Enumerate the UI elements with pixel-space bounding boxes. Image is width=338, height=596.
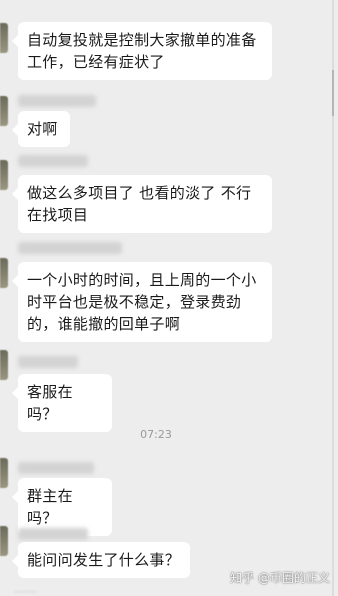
sender-avatar[interactable] (0, 96, 8, 126)
sender-name (18, 462, 94, 474)
message-bubble[interactable]: 能问问发生了什么事？ (12, 542, 190, 578)
footer-blurred-text: ········ (14, 588, 37, 596)
sender-avatar[interactable] (0, 160, 8, 190)
sender-avatar[interactable] (0, 458, 8, 488)
sender-name (18, 155, 88, 167)
message-text: 一个小时的时间，且上周的一个小时平台也是极不稳定，登录费劲的，谁能撤的回单子啊 (27, 271, 257, 333)
message-bubble[interactable]: 自动复投就是控制大家撤单的准备工作，已经有症状了 (12, 22, 272, 80)
chat-scrollbar-thumb[interactable] (332, 70, 334, 116)
message-text: 群主在吗？ (27, 487, 73, 527)
sender-name (18, 528, 88, 540)
message-text: 做这么多项目了 也看的淡了 不行在找项目 (27, 184, 252, 224)
message-bubble[interactable]: 客服在吗？ (12, 374, 112, 432)
message-text: 自动复投就是控制大家撤单的准备工作，已经有症状了 (27, 31, 257, 71)
watermark: 知乎 @币圈的正义 (230, 571, 330, 585)
timestamp: 07:23 (140, 428, 172, 441)
message-text: 客服在吗？ (27, 383, 73, 423)
message-bubble[interactable]: 对啊 (12, 111, 70, 147)
message-bubble[interactable]: 做这么多项目了 也看的淡了 不行在找项目 (12, 175, 272, 233)
message-text: 对啊 (27, 120, 58, 138)
message-bubble[interactable]: 一个小时的时间，且上周的一个小时平台也是极不稳定，登录费劲的，谁能撤的回单子啊 (12, 262, 272, 342)
sender-avatar[interactable] (0, 23, 8, 53)
sender-avatar[interactable] (0, 258, 8, 288)
sender-avatar[interactable] (0, 350, 8, 380)
message-text: 能问问发生了什么事？ (27, 551, 181, 569)
sender-name (18, 242, 122, 254)
sender-avatar[interactable] (0, 526, 8, 556)
sender-name (18, 95, 96, 107)
sender-name (18, 356, 78, 368)
